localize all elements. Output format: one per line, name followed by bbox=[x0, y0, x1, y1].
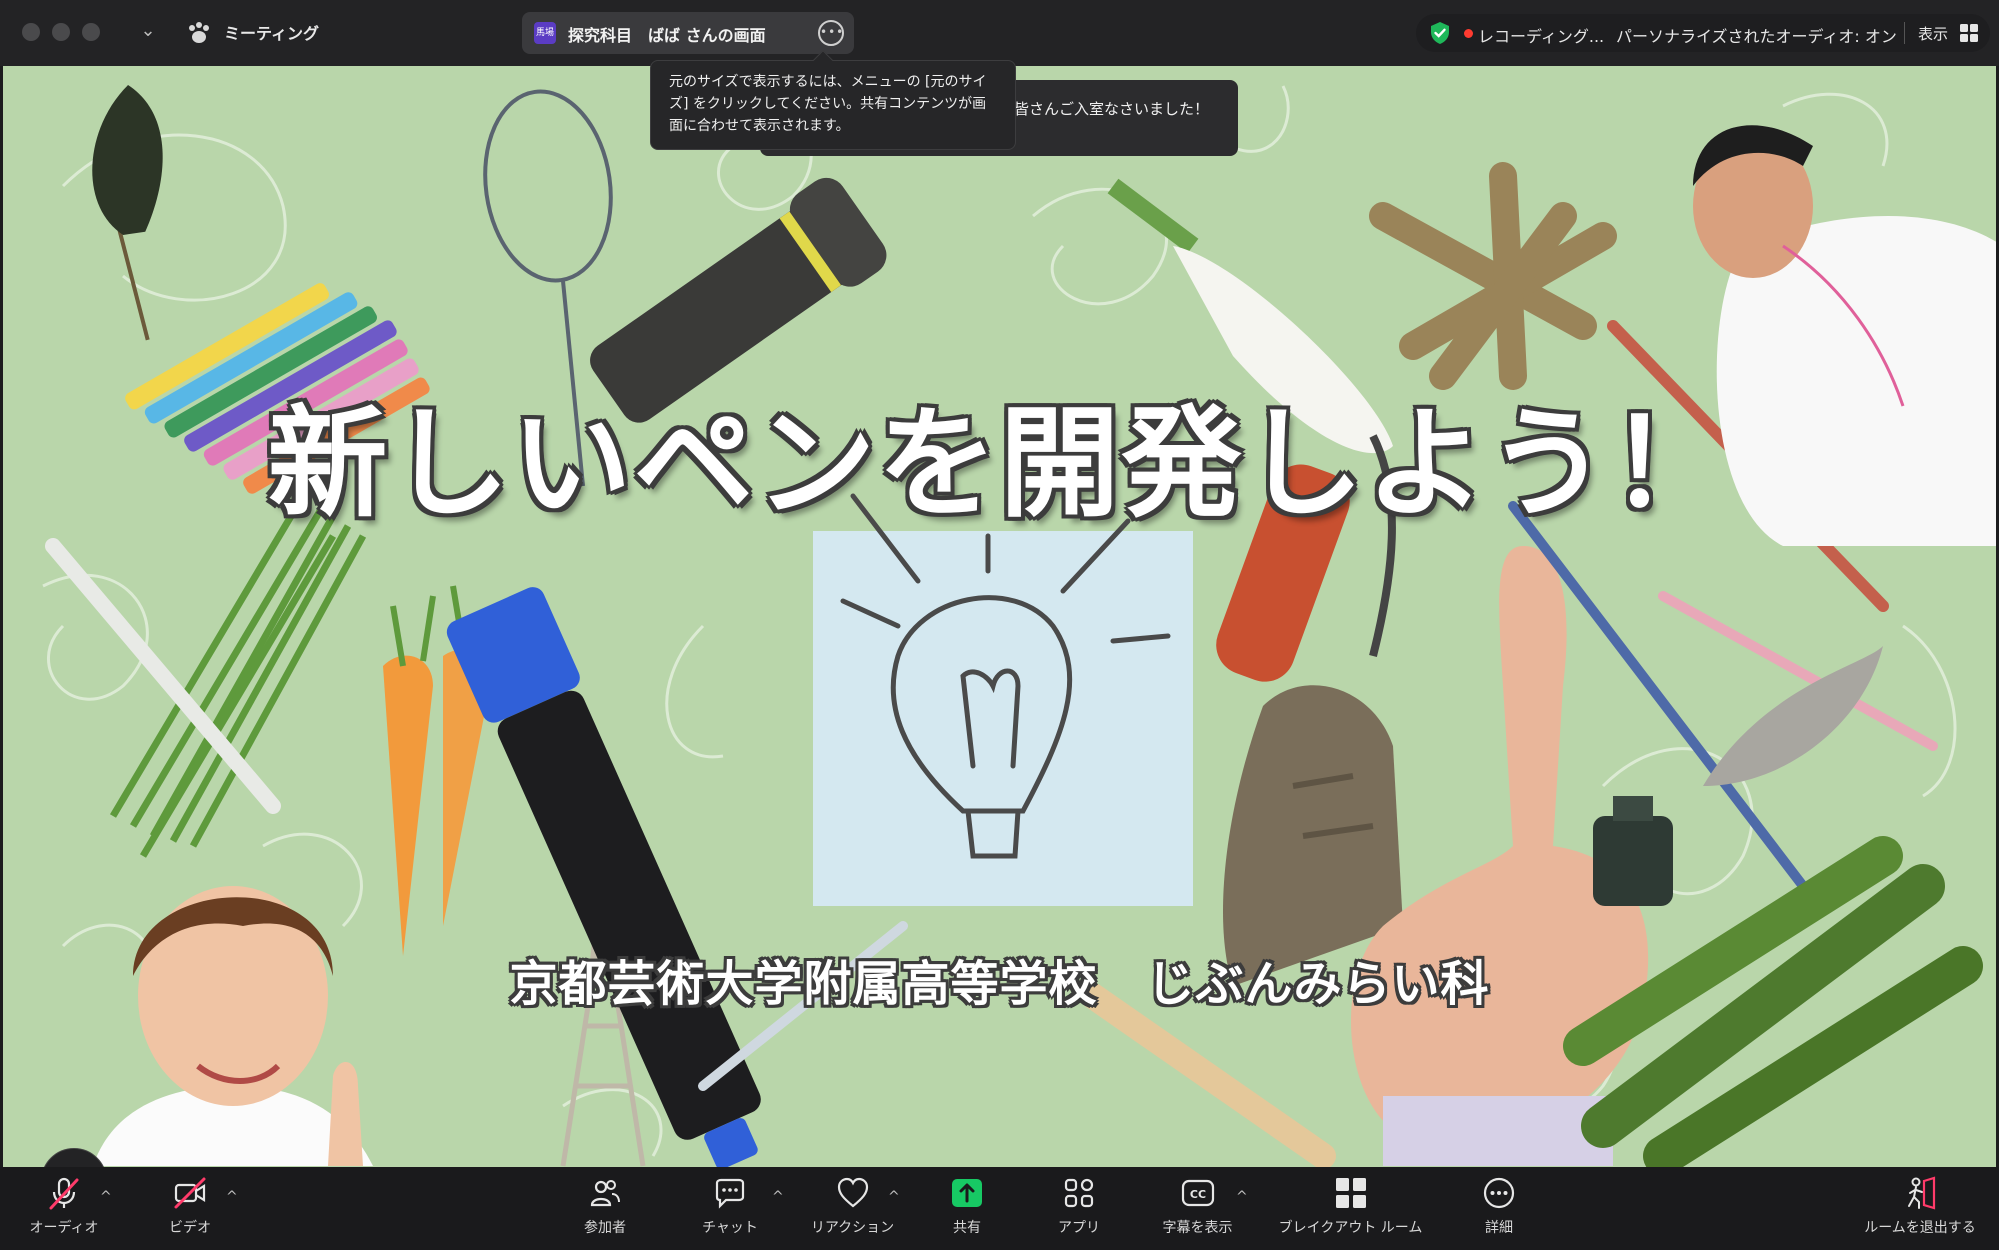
join-notification-text: 皆さんご入室なさいました！ bbox=[1014, 100, 1210, 118]
apps-button[interactable]: アプリ bbox=[1034, 1175, 1124, 1245]
chat-button[interactable]: チャット bbox=[685, 1175, 775, 1245]
chevron-down-icon[interactable]: ⌄ bbox=[138, 20, 158, 44]
breakout-rooms-icon bbox=[1335, 1178, 1366, 1208]
view-menu-label[interactable]: 表示 bbox=[1918, 23, 1948, 44]
video-label: ビデオ bbox=[169, 1220, 211, 1236]
status-bar: レコーディング... パーソナライズされたオーディオ: オン 表示 bbox=[1416, 14, 1990, 52]
more-icon bbox=[1483, 1177, 1515, 1209]
participants-label: 参加者 bbox=[584, 1220, 626, 1236]
original-size-tooltip-text: 元のサイズで表示するには、メニューの [元のサイズ] をクリックしてください。共… bbox=[669, 74, 987, 134]
original-size-tooltip: 元のサイズで表示するには、メニューの [元のサイズ] をクリックしてください。共… bbox=[650, 50, 1016, 150]
reactions-label: リアクション bbox=[810, 1220, 895, 1236]
captions-options-caret-icon[interactable]: ^ bbox=[1236, 1189, 1248, 1205]
apps-label: アプリ bbox=[1058, 1220, 1100, 1236]
screen-share-indicator[interactable]: 馬場 探究科目 ばば さんの画面 ••• bbox=[522, 12, 854, 54]
paw-icon bbox=[189, 22, 209, 43]
leave-room-button[interactable]: ルームを退出する bbox=[1850, 1175, 1990, 1245]
sharer-avatar: 馬場 bbox=[534, 22, 556, 44]
video-options-caret-icon[interactable]: ^ bbox=[226, 1189, 238, 1205]
shield-check-icon[interactable] bbox=[1428, 21, 1452, 45]
recording-status[interactable]: レコーディング... bbox=[1478, 23, 1604, 47]
title-bar: ⌄ ミーティング 馬場 探究科目 ばば さんの画面 ••• レコーディング...… bbox=[0, 0, 1999, 66]
chat-icon bbox=[715, 1178, 745, 1209]
more-button[interactable]: 詳細 bbox=[1454, 1175, 1544, 1245]
svg-text:CC: CC bbox=[1189, 1188, 1205, 1201]
share-button[interactable]: 共有 bbox=[922, 1175, 1012, 1245]
leave-room-icon bbox=[1908, 1176, 1936, 1210]
shared-screen[interactable]: 新しいペンを開発しよう！ 京都芸術大学附属高等学校 じぶんみらい科 bbox=[3, 66, 1996, 1167]
chat-options-caret-icon[interactable]: ^ bbox=[772, 1189, 784, 1205]
recording-dot-icon bbox=[1464, 29, 1473, 38]
captions-button[interactable]: CC 字幕を表示 bbox=[1150, 1175, 1245, 1245]
heart-icon bbox=[837, 1177, 868, 1208]
leave-room-label: ルームを退出する bbox=[1864, 1220, 1976, 1236]
apps-icon bbox=[1064, 1178, 1094, 1208]
share-label: 共有 bbox=[953, 1220, 981, 1236]
more-options-icon[interactable]: ••• bbox=[818, 20, 844, 46]
video-button[interactable]: ビデオ bbox=[140, 1175, 240, 1245]
reactions-options-caret-icon[interactable]: ^ bbox=[888, 1189, 900, 1205]
audio-options-caret-icon[interactable]: ^ bbox=[100, 1189, 112, 1205]
slide-title: 新しいペンを開発しよう！ bbox=[267, 395, 1732, 534]
share-screen-icon bbox=[952, 1179, 982, 1207]
meeting-toolbar: オーディオ ^ ビデオ ^ 参加者 チャット ^ リアクション ^ 共有 アプリ… bbox=[0, 1167, 1999, 1250]
meeting-label[interactable]: ミーティング bbox=[224, 20, 319, 44]
participants-button[interactable]: 参加者 bbox=[560, 1175, 650, 1245]
divider bbox=[1904, 22, 1905, 44]
audio-label: オーディオ bbox=[29, 1220, 99, 1236]
window-close-button[interactable] bbox=[22, 23, 40, 41]
camera-off-icon bbox=[174, 1177, 206, 1209]
microphone-muted-icon bbox=[49, 1177, 79, 1210]
breakout-rooms-label: ブレイクアウト ルーム bbox=[1278, 1220, 1423, 1236]
closed-captions-icon: CC bbox=[1181, 1179, 1214, 1207]
window-maximize-button[interactable] bbox=[82, 23, 100, 41]
chat-label: チャット bbox=[702, 1220, 758, 1236]
audio-button[interactable]: オーディオ bbox=[14, 1175, 114, 1245]
breakout-rooms-button[interactable]: ブレイクアウト ルーム bbox=[1268, 1175, 1433, 1245]
window-minimize-button[interactable] bbox=[52, 23, 70, 41]
personalized-audio-status[interactable]: パーソナライズされたオーディオ: オン bbox=[1616, 23, 1897, 47]
reactions-button[interactable]: リアクション bbox=[800, 1175, 905, 1245]
participants-icon bbox=[590, 1180, 620, 1207]
slide-subtitle: 京都芸術大学附属高等学校 じぶんみらい科 bbox=[509, 956, 1490, 1012]
captions-label: 字幕を表示 bbox=[1162, 1220, 1233, 1236]
grid-view-icon[interactable] bbox=[1960, 24, 1978, 42]
share-title: 探究科目 ばば さんの画面 bbox=[568, 26, 766, 45]
more-label: 詳細 bbox=[1485, 1220, 1513, 1236]
